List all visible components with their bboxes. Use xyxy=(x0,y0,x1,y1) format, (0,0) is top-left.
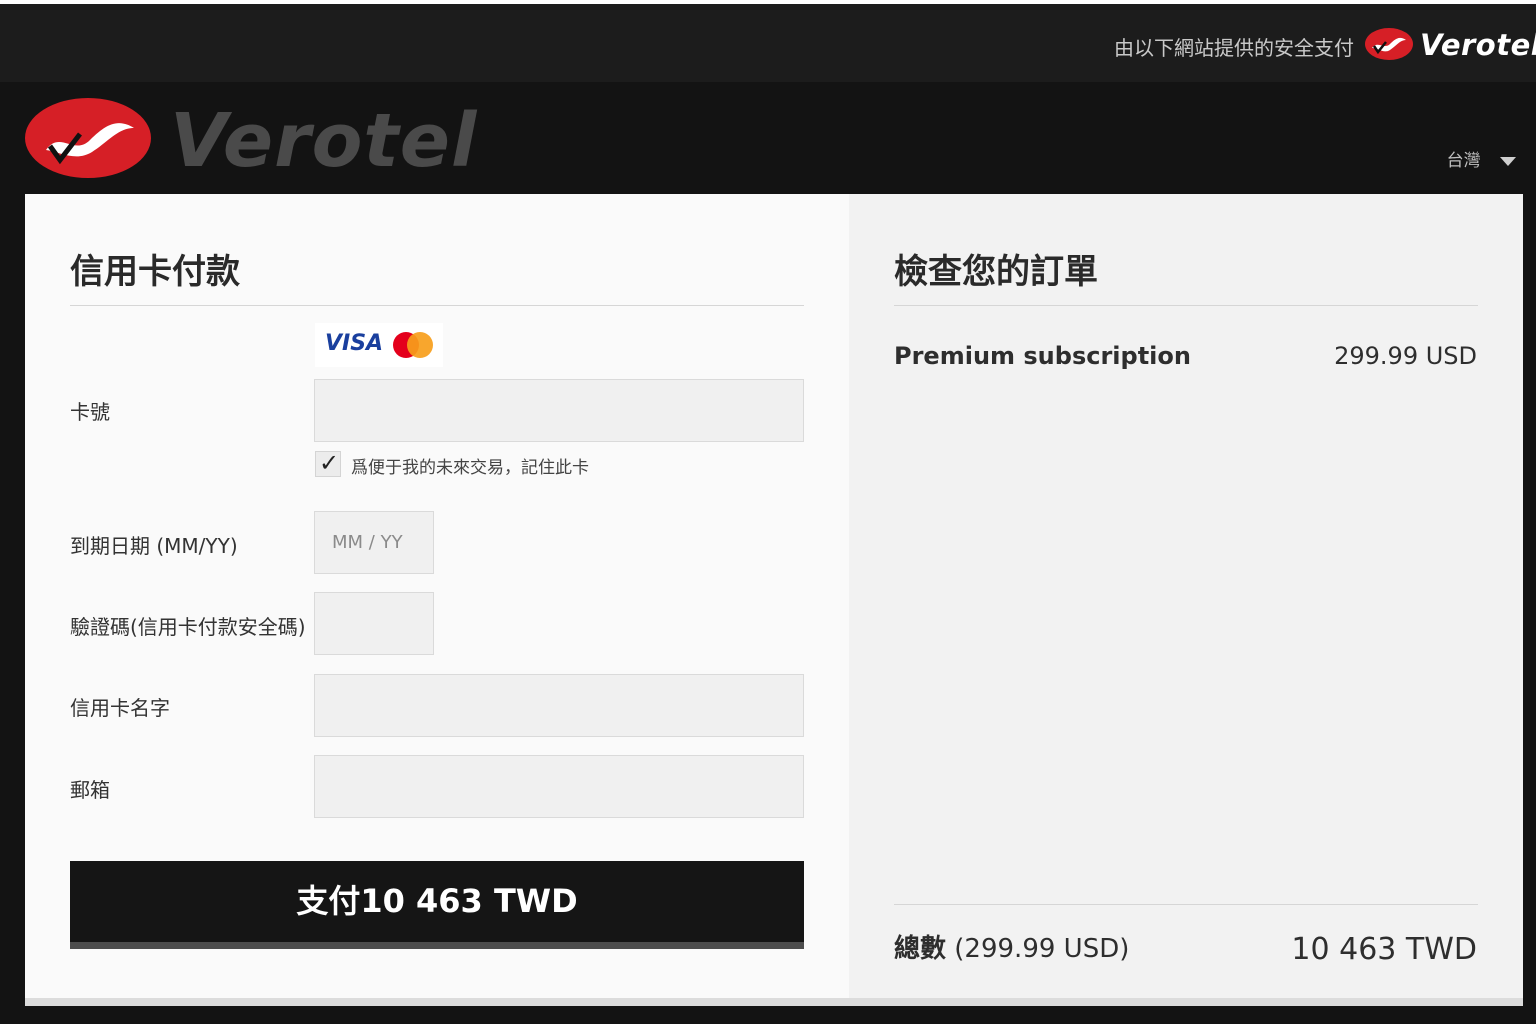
cardholder-name-label: 信用卡名字 xyxy=(70,696,170,720)
total-label-text: 總數 xyxy=(894,934,947,964)
card-number-label: 卡號 xyxy=(70,400,110,424)
verotel-swoosh-icon xyxy=(1365,28,1413,60)
panel-bottom-shadow xyxy=(25,998,1523,1006)
checkmark-icon: ✓ xyxy=(319,449,340,477)
cvv-input[interactable] xyxy=(315,593,433,654)
language-label: 台灣 xyxy=(1446,151,1481,171)
verotel-logo-swoosh-icon xyxy=(25,98,151,178)
card-brands: VISA xyxy=(315,323,443,367)
page-header: Verotel 台灣 xyxy=(0,82,1536,194)
pay-button-shadow xyxy=(70,942,804,949)
expiry-field xyxy=(314,511,434,574)
card-number-input[interactable] xyxy=(315,380,803,441)
cardholder-name-field xyxy=(314,674,804,737)
cvv-field xyxy=(314,592,434,655)
email-field xyxy=(314,755,804,818)
order-total-label: 總數 (299.99 USD) xyxy=(894,928,1129,965)
cardholder-name-input[interactable] xyxy=(315,675,803,736)
payment-title: 信用卡付款 xyxy=(70,252,240,292)
remember-card-label: 爲便于我的未來交易，記住此卡 xyxy=(351,458,589,478)
frame-right xyxy=(1523,194,1536,1024)
email-label: 郵箱 xyxy=(70,778,110,802)
expiry-input[interactable] xyxy=(315,512,433,573)
verotel-small-wordmark: Verotel xyxy=(1420,28,1536,62)
email-input[interactable] xyxy=(315,756,803,817)
order-item-price: 299.99 USD xyxy=(1334,342,1477,370)
remember-card-checkbox[interactable]: ✓ xyxy=(315,449,341,477)
verotel-logo: Verotel xyxy=(24,96,476,184)
order-panel xyxy=(849,194,1523,998)
pay-button[interactable]: 支付10 463 TWD xyxy=(70,861,804,942)
chevron-down-icon xyxy=(1500,156,1516,166)
mastercard-logo-icon-overlap xyxy=(407,332,433,358)
order-item-name: Premium subscription xyxy=(894,342,1191,370)
expiry-label: 到期日期 (MM/YY) xyxy=(70,534,238,558)
order-title: 檢查您的訂單 xyxy=(894,252,1098,292)
language-selector[interactable]: 台灣 xyxy=(1447,146,1516,171)
secure-payment-bar: 由以下網站提供的安全支付 Verotel xyxy=(0,4,1536,82)
verotel-small-logo: Verotel xyxy=(1364,26,1536,66)
verotel-wordmark: Verotel xyxy=(170,98,478,184)
cvv-label: 驗證碼(信用卡付款安全碼) xyxy=(70,615,306,639)
payment-title-divider xyxy=(70,305,804,306)
order-total-value: 10 463 TWD xyxy=(1291,932,1477,967)
frame-left xyxy=(0,194,25,1024)
card-number-field xyxy=(314,379,804,442)
frame-bottom xyxy=(0,1006,1536,1024)
secure-payment-text: 由以下網站提供的安全支付 xyxy=(1114,36,1354,60)
order-total-divider xyxy=(894,904,1478,905)
visa-logo-icon: VISA xyxy=(325,331,384,356)
total-usd-text: (299.99 USD) xyxy=(954,934,1130,964)
order-title-divider xyxy=(894,305,1478,306)
